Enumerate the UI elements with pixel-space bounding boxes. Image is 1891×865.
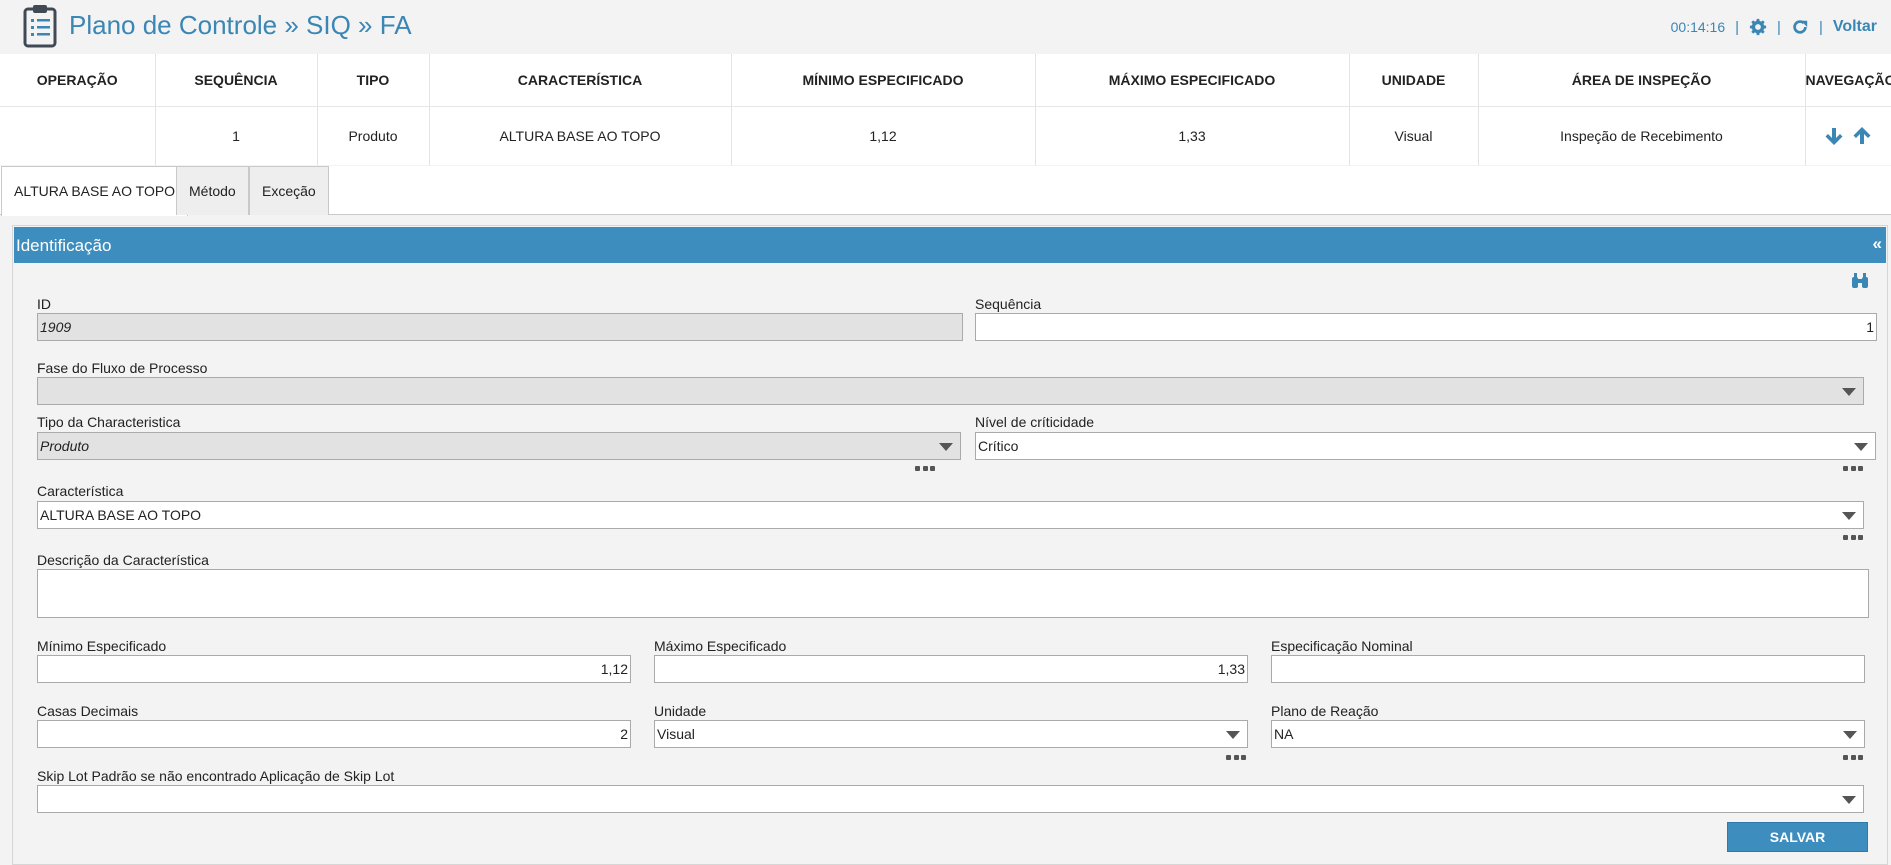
chevron-down-icon [1842, 388, 1856, 396]
column-header-operacao[interactable]: OPERAÇÃO [0, 54, 156, 107]
id-label: ID [37, 296, 51, 312]
gear-icon[interactable] [1749, 18, 1767, 36]
panel-header: Identificação « [14, 227, 1886, 263]
chevron-down-icon [1226, 731, 1240, 739]
chevron-down-icon [939, 443, 953, 451]
fase-select[interactable] [37, 377, 1864, 405]
arrow-down-icon[interactable] [1825, 127, 1843, 145]
cell-minimo: 1,12 [731, 106, 1036, 165]
cell-navegacao [1805, 106, 1891, 165]
skiplot-select[interactable] [37, 785, 1864, 813]
descricao-textarea[interactable] [37, 569, 1869, 618]
refresh-icon[interactable] [1791, 18, 1809, 36]
separator: | [1735, 18, 1740, 36]
unidade-value: Visual [657, 726, 695, 742]
nominal-input[interactable] [1271, 655, 1865, 683]
panel-title: Identificação [16, 236, 112, 255]
casas-label: Casas Decimais [37, 703, 139, 719]
tab-metodo[interactable]: Método [176, 166, 249, 215]
more-options-icon[interactable] [1226, 755, 1246, 761]
tipo-carac-value: Produto [40, 438, 90, 454]
tipo-carac-label: Tipo da Characteristica [37, 414, 181, 430]
header-toolbar: 00:14:16 | | | Voltar [1671, 16, 1877, 38]
cell-area: Inspeção de Recebimento [1478, 106, 1806, 165]
chevron-down-icon [1842, 796, 1856, 804]
column-header-navegacao: NAVEGAÇÃO [1805, 54, 1891, 107]
column-header-maximo[interactable]: MÁXIMO ESPECIFICADO [1035, 54, 1350, 107]
more-options-icon[interactable] [1843, 466, 1863, 472]
chevron-down-icon [1843, 731, 1857, 739]
minimo-input[interactable]: 1,12 [37, 655, 631, 683]
nivel-label: Nível de críticidade [975, 414, 1095, 430]
chevron-down-icon [1854, 443, 1868, 451]
cell-sequencia: 1 [155, 106, 318, 165]
session-clock: 00:14:16 [1670, 19, 1726, 35]
tab-excecao[interactable]: Exceção [249, 166, 329, 215]
table-row[interactable]: 1 Produto ALTURA BASE AO TOPO 1,12 1,33 … [0, 106, 1891, 165]
maximo-input[interactable]: 1,33 [654, 655, 1248, 683]
cell-unidade: Visual [1349, 106, 1479, 165]
casas-input[interactable]: 2 [37, 720, 631, 748]
nivel-select[interactable]: Crítico [975, 432, 1876, 460]
clipboard-icon [23, 5, 57, 48]
plano-label: Plano de Reação [1271, 703, 1379, 719]
nominal-label: Especificação Nominal [1271, 638, 1413, 654]
column-header-tipo[interactable]: TIPO [317, 54, 430, 107]
control-plan-table: OPERAÇÃO SEQUÊNCIA TIPO CARACTERÍSTICA M… [0, 54, 1891, 165]
sequencia-input[interactable]: 1 [975, 313, 1877, 341]
sequencia-label: Sequência [975, 296, 1042, 312]
separator: | [1818, 18, 1823, 36]
id-field: 1909 [37, 313, 963, 341]
arrow-up-icon[interactable] [1853, 126, 1871, 145]
table-header-row: OPERAÇÃO SEQUÊNCIA TIPO CARACTERÍSTICA M… [0, 54, 1891, 107]
collapse-icon[interactable]: « [1873, 234, 1882, 254]
plano-select[interactable]: NA [1271, 720, 1865, 748]
more-options-icon[interactable] [915, 466, 935, 472]
column-header-caracteristica[interactable]: CARACTERÍSTICA [429, 54, 732, 107]
tab-caracteristica[interactable]: ALTURA BASE AO TOPO [1, 166, 189, 216]
descricao-label: Descrição da Característica [37, 552, 209, 568]
unidade-select[interactable]: Visual [654, 720, 1248, 748]
skiplot-label: Skip Lot Padrão se não encontrado Aplica… [37, 768, 395, 784]
binoculars-icon[interactable] [1850, 271, 1870, 291]
caracteristica-value: ALTURA BASE AO TOPO [40, 507, 202, 523]
column-header-area[interactable]: ÁREA DE INSPEÇÃO [1478, 54, 1806, 107]
column-header-sequencia[interactable]: SEQUÊNCIA [155, 54, 318, 107]
page-title: Plano de Controle » SIQ » FA [69, 10, 412, 40]
column-header-minimo[interactable]: MÍNIMO ESPECIFICADO [731, 54, 1036, 107]
back-link[interactable]: Voltar [1833, 18, 1877, 36]
cell-operacao [0, 106, 156, 165]
nivel-value: Crítico [978, 438, 1019, 454]
more-options-icon[interactable] [1843, 755, 1863, 761]
cell-maximo: 1,33 [1035, 106, 1350, 165]
identificacao-panel: Identificação « ID 1909 Sequência 1 Fase… [12, 225, 1888, 865]
unidade-label: Unidade [654, 703, 707, 719]
tipo-carac-select[interactable]: Produto [37, 432, 961, 460]
cell-caracteristica: ALTURA BASE AO TOPO [429, 106, 732, 165]
tab-bar: ALTURA BASE AO TOPO Método Exceção [0, 166, 1891, 216]
minimo-label: Mínimo Especificado [37, 638, 167, 654]
column-header-unidade[interactable]: UNIDADE [1349, 54, 1479, 107]
chevron-down-icon [1842, 512, 1856, 520]
cell-tipo: Produto [317, 106, 430, 165]
separator: | [1777, 18, 1781, 36]
save-button[interactable]: SALVAR [1727, 822, 1868, 852]
plano-value: NA [1274, 726, 1294, 742]
maximo-label: Máximo Especificado [654, 638, 787, 654]
caracteristica-label: Característica [37, 483, 124, 499]
app-header: Plano de Controle » SIQ » FA 00:14:16 | … [0, 0, 1891, 54]
fase-label: Fase do Fluxo de Processo [37, 360, 208, 376]
caracteristica-select[interactable]: ALTURA BASE AO TOPO [37, 501, 1864, 529]
more-options-icon[interactable] [1843, 535, 1863, 541]
